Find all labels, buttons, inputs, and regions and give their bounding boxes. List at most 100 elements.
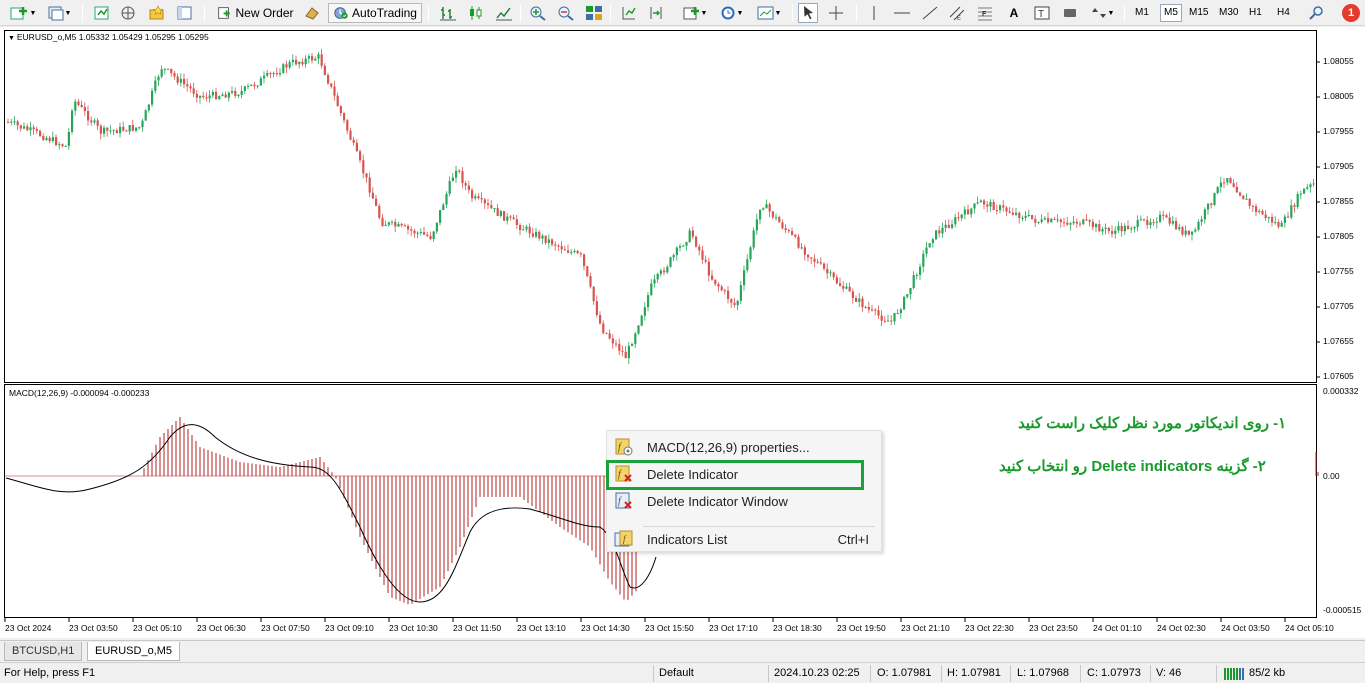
menu-item-label: Indicators List [647,531,728,547]
time-tick-label: 23 Oct 09:10 [325,623,374,633]
status-traffic: 85/2 kb [1249,667,1286,679]
vertical-line-icon [873,6,875,20]
shapes-button[interactable]: ▼ [1088,3,1116,23]
time-tick-label: 23 Oct 03:50 [69,623,118,633]
time-tick-label: 24 Oct 01:10 [1093,623,1142,633]
search-icon [1309,6,1323,20]
new-order-label: New Order [235,6,294,20]
horizontal-line-button[interactable] [892,3,912,23]
templates-button[interactable]: ▼ [754,3,784,23]
zoom-in-button[interactable] [528,3,548,23]
vertical-line-button[interactable] [864,3,884,23]
delete-window-icon: f [615,492,632,509]
status-low: L: 1.07968 [1017,667,1069,679]
tab-eurusd-m5[interactable]: EURUSD_o,M5 [87,642,181,661]
auto-scroll-icon [622,7,636,20]
candlestick-series [7,48,1315,365]
terminal-icon [177,6,192,20]
chart-shift-button[interactable] [646,3,666,23]
indicator-context-menu: f MACD(12,26,9) properties... f Delete I… [606,430,882,552]
text-label-button[interactable]: T [1032,3,1052,23]
tf-m5-button[interactable]: M5 [1160,4,1182,22]
tf-m1-button[interactable]: M1 [1132,4,1152,22]
time-tick-label: 23 Oct 06:30 [197,623,246,633]
menu-item-properties[interactable]: f MACD(12,26,9) properties... [607,434,881,460]
tf-m15-button[interactable]: M15 [1186,4,1211,22]
crosshair-icon [829,6,843,20]
symbol-header-text: EURUSD_o,M5 1.05332 1.05429 1.05295 1.05… [16,32,209,42]
time-tick-label: 23 Oct 13:10 [517,623,566,633]
svg-text:F: F [982,11,987,18]
time-tick-label: 23 Oct 22:30 [965,623,1014,633]
indicators-button[interactable]: ▼ [680,3,710,23]
notification-badge: 1 [1342,4,1360,22]
time-tick-label: 23 Oct 10:30 [389,623,438,633]
price-tick-label: 1.07905 [1323,161,1354,171]
symbol-header: ▼ EURUSD_o,M5 1.05332 1.05429 1.05295 1.… [8,32,209,42]
trendline-icon [922,6,938,20]
bar-chart-button[interactable] [438,3,458,23]
macd-signal-line [5,424,657,603]
time-tick-label: 24 Oct 05:10 [1285,623,1334,633]
price-tick-label: 1.07605 [1323,371,1354,381]
navigator-icon [121,6,135,20]
time-tick-label: 23 Oct 14:30 [581,623,630,633]
zoom-out-button[interactable] [556,3,576,23]
market-watch-icon [94,6,109,20]
svg-text:E: E [957,16,961,21]
tile-windows-button[interactable] [584,3,604,23]
macd-header[interactable]: MACD(12,26,9) -0.000094 -0.000233 [9,388,149,398]
zoom-in-icon [530,6,546,21]
fibonacci-button[interactable]: F [974,3,996,23]
autotrading-button[interactable]: AutoTrading [328,3,422,23]
star-folder-icon [149,5,164,20]
properties-icon: f [615,438,633,456]
notifications-button[interactable]: 1 [1340,3,1362,23]
time-tick-label: 23 Oct 19:50 [837,623,886,633]
clock-icon [721,6,735,20]
line-chart-button[interactable] [494,3,514,23]
one-click-trading-button[interactable] [302,3,322,23]
instruction-step-1: ۱- روی اندیکاتور مورد نظر کلیک راست کنید [1018,415,1287,432]
tab-btcusd-h1[interactable]: BTCUSD,H1 [4,642,83,661]
text-label-icon: T [1034,6,1050,20]
time-tick-label: 23 Oct 21:10 [901,623,950,633]
search-button[interactable] [1308,3,1326,23]
crosshair-button[interactable] [826,3,846,23]
navigator-button[interactable] [118,3,138,23]
horizontal-line-icon [894,12,910,14]
status-high: H: 1.07981 [947,667,1001,679]
status-datetime: 2024.10.23 02:25 [774,667,860,679]
price-tick-label: 1.07855 [1323,196,1354,206]
candle-chart-button[interactable] [466,3,486,23]
rectangle-button[interactable] [1060,3,1080,23]
new-chart-button[interactable]: ▼ [6,3,40,23]
terminal-button[interactable] [174,3,196,23]
equidistant-channel-button[interactable]: E [946,3,968,23]
fibonacci-icon: F [978,7,992,21]
arrows-icon [1091,8,1106,18]
text-a-icon: A [1009,6,1019,20]
time-tick-label: 23 Oct 23:50 [1029,623,1078,633]
menu-item-indicators-list[interactable]: f Indicators List Ctrl+I [607,526,881,552]
menu-item-shortcut: Ctrl+I [837,531,869,547]
text-tool-button[interactable]: A [1004,3,1024,23]
macd-tick-label: 0.000332 [1323,386,1359,396]
time-tick-label: 23 Oct 18:30 [773,623,822,633]
periods-button[interactable]: ▼ [716,3,746,23]
main-toolbar: ▼ ▼ New Order AutoTrading ▼ ▼ ▼ E F A T … [0,0,1365,26]
trendline-button[interactable] [920,3,940,23]
auto-scroll-button[interactable] [618,3,638,23]
tf-h1-button[interactable]: H1 [1246,4,1265,22]
profiles-button[interactable]: ▼ [44,3,74,23]
bar-chart-icon [440,7,456,21]
tf-h4-button[interactable]: H4 [1274,4,1293,22]
time-tick-label: 23 Oct 11:50 [453,623,502,633]
favorites-button[interactable] [146,3,168,23]
market-watch-button[interactable] [92,3,112,23]
tf-m30-button[interactable]: M30 [1216,4,1241,22]
cursor-tool-button[interactable] [798,3,818,23]
menu-item-delete-window[interactable]: f Delete Indicator Window [607,488,881,514]
status-bar: For Help, press F1 Default 2024.10.23 02… [0,662,1365,683]
new-order-button[interactable]: New Order [212,3,298,23]
